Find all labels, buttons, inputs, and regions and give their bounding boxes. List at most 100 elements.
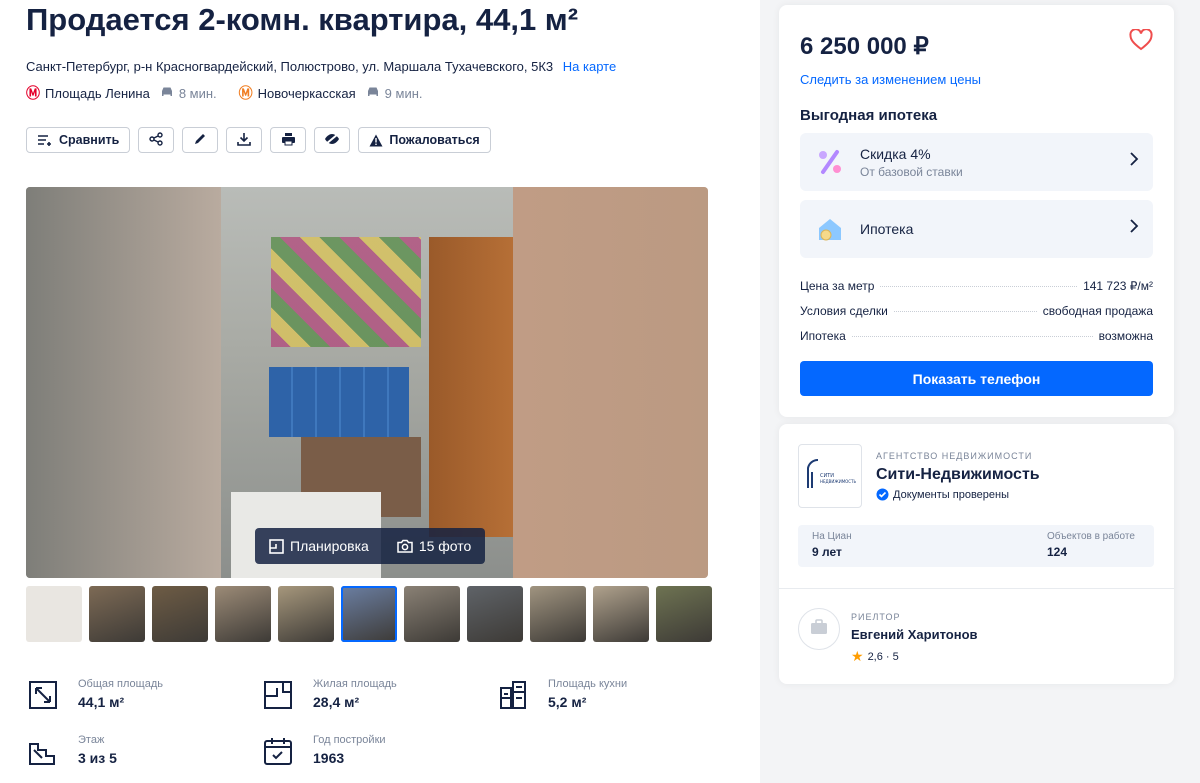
spec-value: 3 из 5: [78, 750, 117, 766]
main-photo[interactable]: Планировка 15 фото: [26, 187, 708, 578]
svg-text:НЕДВИЖИМОСТЬ: НЕДВИЖИМОСТЬ: [820, 479, 857, 484]
follow-price-link[interactable]: Следить за изменением цены: [800, 72, 981, 87]
metro-logo-icon: Ⓜ: [26, 86, 40, 102]
kitchen-icon: [496, 678, 530, 712]
photo-thumbnail[interactable]: [656, 586, 712, 642]
photo-thumbnail[interactable]: [593, 586, 649, 642]
briefcase-icon: [810, 618, 828, 640]
favorite-button[interactable]: [1129, 28, 1153, 56]
print-icon: [281, 132, 296, 149]
compare-icon: [37, 133, 53, 147]
spec-label: Общая площадь: [78, 678, 163, 690]
detail-row-price-per-meter: Цена за метр 141 723 ₽/м²: [800, 279, 1153, 293]
metro-logo-icon: Ⓜ: [238, 86, 253, 102]
calendar-icon: [261, 734, 295, 768]
listing-main: Продается 2-комн. квартира, 44,1 м² Санк…: [0, 0, 760, 783]
spec-label: Этаж: [78, 734, 105, 746]
detail-dots: [880, 286, 1078, 287]
photo-thumbnail[interactable]: [215, 586, 271, 642]
camera-icon: [397, 539, 413, 553]
floorplan-button[interactable]: Планировка: [255, 528, 383, 564]
floorplan-label: Планировка: [290, 538, 369, 554]
agency-stats: На Циан 9 лет Объектов в работе 124: [798, 525, 1154, 567]
realtor-name[interactable]: Евгений Харитонов: [851, 627, 978, 642]
rating-value: 2,6 · 5: [867, 650, 899, 663]
download-icon: [237, 132, 252, 149]
spec-total-area: Общая площадь 44,1 м²: [26, 678, 163, 712]
agency-card: СИТИ НЕДВИЖИМОСТЬ АГЕНТСТВО НЕДВИЖИМОСТИ…: [779, 424, 1174, 684]
mortgage-offer-discount[interactable]: Скидка 4% От базовой ставки: [800, 133, 1153, 191]
verified-label: Документы проверены: [893, 488, 1010, 501]
map-link[interactable]: На карте: [563, 59, 616, 74]
detail-key: Условия сделки: [800, 304, 888, 318]
photo-thumbnail[interactable]: [530, 586, 586, 642]
star-icon: ★: [851, 648, 864, 664]
mortgage-offer[interactable]: Ипотека: [800, 200, 1153, 258]
download-button[interactable]: [226, 127, 263, 153]
living-area-icon: [261, 678, 295, 712]
complain-label: Пожаловаться: [389, 133, 480, 147]
stat-label: Объектов в работе: [1047, 531, 1135, 542]
photo-thumbnail[interactable]: [89, 586, 145, 642]
photo-thumbnail[interactable]: [278, 586, 334, 642]
photos-button[interactable]: 15 фото: [383, 528, 486, 564]
car-icon: [366, 86, 380, 101]
share-icon: [149, 131, 164, 149]
hide-button[interactable]: [314, 127, 351, 153]
stat-label: На Циан: [812, 531, 852, 542]
agency-stat: На Циан 9 лет: [812, 531, 852, 559]
spec-kitchen-area: Площадь кухни 5,2 м²: [496, 678, 627, 712]
share-button[interactable]: [138, 127, 175, 153]
divider: [779, 588, 1174, 589]
realtor-type: РИЕЛТОР: [851, 612, 901, 622]
metro-list: Ⓜ Площадь Ленина 8 мин. Ⓜ Новочеркасская…: [26, 83, 445, 103]
verified-badge-icon: [876, 488, 889, 501]
photo-buttons: Планировка 15 фото: [255, 528, 486, 564]
spec-label: Жилая площадь: [313, 678, 397, 690]
detail-key: Ипотека: [800, 329, 846, 343]
spec-value: 44,1 м²: [78, 694, 125, 710]
photo-thumbnail[interactable]: [404, 586, 460, 642]
warning-icon: [369, 134, 383, 147]
metro-time: 9 мин.: [384, 85, 423, 101]
metro-station[interactable]: Ⓜ Новочеркасская 9 мин.: [239, 83, 423, 103]
spec-living-area: Жилая площадь 28,4 м²: [261, 678, 397, 712]
photo-thumbnail[interactable]: [341, 586, 397, 642]
photo-thumbnail[interactable]: [152, 586, 208, 642]
metro-station-name: Площадь Ленина: [45, 85, 150, 101]
detail-value: возможна: [1098, 329, 1153, 343]
realtor-avatar[interactable]: [798, 608, 840, 650]
eye-off-icon: [324, 132, 340, 149]
metro-station[interactable]: Ⓜ Площадь Ленина 8 мин.: [26, 83, 217, 103]
floorplan-icon: [269, 538, 284, 554]
photo-blur-left: [26, 187, 221, 578]
detail-value: 141 723 ₽/м²: [1083, 279, 1153, 293]
agency-name[interactable]: Сити-Недвижимость: [876, 466, 1040, 484]
area-icon: [26, 678, 60, 712]
complain-button[interactable]: Пожаловаться: [358, 127, 491, 153]
detail-row-mortgage: Ипотека возможна: [800, 329, 1153, 343]
metro-station-name: Новочеркасская: [257, 85, 356, 101]
heart-icon: [1129, 28, 1153, 55]
agency-logo[interactable]: СИТИ НЕДВИЖИМОСТЬ: [798, 444, 862, 508]
price-card: 6 250 000 ₽ Следить за изменением цены В…: [779, 5, 1174, 417]
offer-title: Скидка 4%: [860, 145, 931, 162]
agency-type: АГЕНТСТВО НЕДВИЖИМОСТИ: [876, 451, 1033, 461]
pencil-icon: [193, 132, 207, 149]
address: Санкт-Петербург, р-н Красногвардейский, …: [26, 59, 616, 74]
detail-key: Цена за метр: [800, 279, 875, 293]
chevron-right-icon: [1129, 151, 1139, 172]
photo-thumbnail[interactable]: [467, 586, 523, 642]
compare-button[interactable]: Сравнить: [26, 127, 131, 153]
edit-note-button[interactable]: [182, 127, 219, 153]
page-title: Продается 2-комн. квартира, 44,1 м²: [26, 2, 579, 37]
show-phone-button[interactable]: Показать телефон: [800, 361, 1153, 396]
photos-label: 15 фото: [418, 538, 472, 554]
kitchen-photo: [221, 187, 513, 578]
car-icon: [160, 86, 174, 101]
photo-thumbnail[interactable]: [26, 586, 82, 642]
spec-label: Площадь кухни: [548, 678, 628, 690]
offer-title: Ипотека: [860, 221, 914, 237]
detail-dots: [851, 336, 1093, 337]
print-button[interactable]: [270, 127, 307, 153]
